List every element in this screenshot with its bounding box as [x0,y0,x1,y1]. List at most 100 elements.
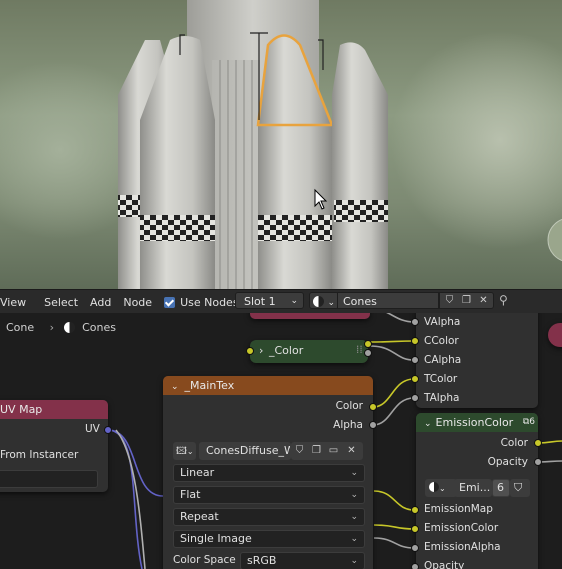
node-group-users-count[interactable]: 6 [492,479,510,497]
node-group-outputs[interactable]: VAlpha CColor CAlpha TColor TAlpha [416,313,538,408]
chevron-down-icon: ⌄ [350,490,358,500]
color-space-label: Color Space [173,554,236,566]
node-editor-canvas[interactable]: Cone › Cones › _Color ⁞⁞ UV Map UV From … [0,313,562,569]
collapse-chevron-icon[interactable]: › [259,344,263,357]
duplicate-icon[interactable]: ❐ [309,444,324,458]
duplicate-icon[interactable]: ❐ [459,294,474,308]
source-dropdown[interactable]: Single Image ⌄ [173,530,365,548]
input-socket[interactable] [411,356,419,364]
node-color-group[interactable]: › _Color ⁞⁞ [250,340,368,363]
chevron-down-icon[interactable]: ⌄ [424,419,432,429]
alpha-output-socket[interactable] [369,421,377,429]
use-nodes-label: Use Nodes [180,295,239,309]
slot-dropdown[interactable]: Slot 1 ⌄ [235,292,304,309]
pin-icon[interactable]: ⚲ [499,293,508,307]
slot-value: Slot 1 [244,295,276,308]
node-top-partial[interactable] [250,313,370,319]
uv-output-label: UV [85,423,100,435]
node-uv-map-title: UV Map [0,400,108,419]
material-sphere-icon [313,296,324,307]
node-group-users-badge: ⧉6 [522,417,535,427]
input-socket[interactable] [246,347,254,355]
chevron-down-icon: ⌄ [350,556,358,566]
fake-user-shield-icon[interactable]: ⛉ [510,479,530,497]
material-name-field[interactable]: Cones [337,292,439,309]
chevron-down-icon: ⌄ [439,484,446,493]
emission-color-input-label: EmissionColor [424,522,499,534]
input-socket[interactable] [411,394,419,402]
image-browse-button[interactable]: 🖾⌄ [173,442,196,460]
output-socket[interactable] [364,349,372,357]
fake-user-shield-icon[interactable]: ⛉ [292,444,307,458]
node-emission-color[interactable]: ⌄ EmissionColor ⧉6 Color Opacity ⌄ Emi...… [416,413,538,569]
close-icon[interactable]: ✕ [344,444,359,458]
extension-dropdown[interactable]: Repeat ⌄ [173,508,365,526]
projection-dropdown[interactable]: Flat ⌄ [173,486,365,504]
material-name: Cones [343,295,377,308]
group-output-ccolor: CColor [424,335,459,347]
image-icon: 🖾 [176,446,187,457]
node-main-tex[interactable]: ⌄_MainTex Color Alpha 🖾⌄ ConesDiffuse_W.… [163,376,373,569]
alpha-output-label: Alpha [333,419,363,431]
open-folder-icon[interactable]: ▭ [326,444,341,458]
menu-node[interactable]: Node [117,296,158,309]
source-value: Single Image [180,532,252,545]
color-space-dropdown[interactable]: sRGB ⌄ [240,552,365,569]
group-output-calpha: CAlpha [424,354,462,366]
group-output-valpha: VAlpha [424,316,461,328]
chevron-down-icon: ⌄ [350,512,358,522]
opacity-input-label: Opacity [424,560,465,569]
node-main-tex-header: ⌄ _MainTex [163,376,373,395]
3d-viewport[interactable] [0,0,562,289]
output-socket[interactable] [364,340,372,348]
emission-map-input-label: EmissionMap [424,503,493,515]
fake-user-shield-icon[interactable]: ⛉ [442,294,457,308]
node-uv-map[interactable]: UV Map UV From Instancer [0,400,108,492]
checkbox-icon[interactable] [164,296,176,308]
color-space-value: sRGB [247,554,277,567]
color-output-label: Color [335,400,363,412]
menu-add[interactable]: Add [84,296,117,309]
rocket-render [118,0,562,290]
image-actions: ⛉ ❐ ▭ ✕ [291,442,363,460]
node-group-name-field[interactable]: Emi... [454,479,492,497]
emission-color-output-label: Color [500,437,528,449]
menu-select[interactable]: Select [32,296,84,309]
node-group-browse-button[interactable]: ⌄ [425,479,457,497]
uv-map-field[interactable] [0,470,98,488]
interpolation-value: Linear [180,466,215,479]
input-socket[interactable] [411,375,419,383]
node-emission-color-title: EmissionColor [435,416,514,429]
color-output-socket[interactable] [369,403,377,411]
input-socket[interactable] [411,525,419,533]
booster-selected[interactable] [258,35,332,290]
chevron-down-icon: ⌄ [350,468,358,478]
material-browse-button[interactable]: ⌄ [309,292,339,309]
node-emission-color-header: ⌄ EmissionColor ⧉6 [416,413,538,432]
from-instancer-label: From Instancer [0,449,79,461]
projection-value: Flat [180,488,201,501]
input-socket[interactable] [411,318,419,326]
emission-alpha-input-label: EmissionAlpha [424,541,501,553]
node-color-label: _Color [269,344,304,357]
use-nodes-toggle[interactable]: Use Nodes [158,296,245,309]
input-socket[interactable] [411,337,419,345]
close-icon[interactable]: ✕ [476,294,491,308]
emission-color-output-socket[interactable] [534,439,542,447]
extension-value: Repeat [180,510,219,523]
chevron-down-icon: ⌄ [186,447,194,456]
chevron-down-icon[interactable]: ⌄ [171,382,179,392]
image-name-field[interactable]: ConesDiffuse_W... [199,442,291,460]
input-socket[interactable] [411,563,419,569]
opacity-output-label: Opacity [487,456,528,468]
input-socket[interactable] [411,506,419,514]
menu-view[interactable]: View [0,296,32,309]
chevron-down-icon: ⌄ [290,296,298,306]
uv-output-socket[interactable] [104,426,112,434]
input-socket[interactable] [411,544,419,552]
chevron-down-icon: ⌄ [327,298,336,308]
opacity-output-socket[interactable] [534,458,542,466]
interpolation-dropdown[interactable]: Linear ⌄ [173,464,365,482]
material-actions: ⛉ ❐ ✕ [439,292,494,309]
chevron-down-icon: ⌄ [350,534,358,544]
